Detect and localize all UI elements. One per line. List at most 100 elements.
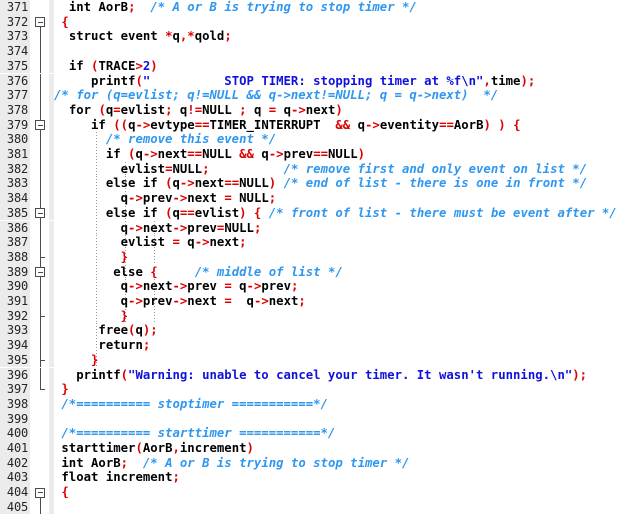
code-text[interactable]: { xyxy=(54,15,68,30)
fold-marker-cell[interactable] xyxy=(32,470,49,486)
code-text[interactable]: evlist=NULL; /* remove first and only ev… xyxy=(54,162,587,177)
code-line[interactable]: 393 free(q); xyxy=(0,323,636,339)
code-text[interactable]: printf("Warning: unable to cancel your t… xyxy=(54,368,587,383)
fold-marker-cell[interactable] xyxy=(32,235,49,250)
code-line[interactable]: 385 else if (q==evlist) { /* front of li… xyxy=(0,205,636,221)
fold-marker-cell[interactable] xyxy=(32,352,49,368)
code-text[interactable]: } xyxy=(54,250,128,265)
code-text[interactable]: struct event *q,*qold; xyxy=(54,29,232,44)
code-line[interactable]: 371 int AorB; /* A or B is trying to sto… xyxy=(0,0,636,15)
code-text[interactable]: printf(" STOP TIMER: stopping timer at %… xyxy=(54,74,535,89)
fold-marker-cell[interactable] xyxy=(32,499,49,515)
fold-marker-cell[interactable] xyxy=(32,14,49,30)
code-line[interactable]: 387 evlist = q->next; xyxy=(0,235,636,250)
fold-marker-cell[interactable] xyxy=(32,308,49,324)
code-text[interactable]: int AorB; /* A or B is trying to stop ti… xyxy=(54,0,417,15)
code-text[interactable]: else if (q==evlist) { /* front of list -… xyxy=(54,206,617,221)
code-text[interactable]: free(q); xyxy=(54,323,157,338)
code-line[interactable]: 398 /*========== stoptimer ===========*/ xyxy=(0,396,636,412)
code-text[interactable]: starttimer(AorB,increment) xyxy=(54,441,254,456)
code-line[interactable]: 390 q->next->prev = q->prev; xyxy=(0,279,636,294)
fold-marker-cell[interactable] xyxy=(32,382,49,397)
code-line[interactable]: 372 { xyxy=(0,14,636,30)
fold-marker-cell[interactable] xyxy=(32,367,49,383)
code-line[interactable]: 377 /* for (q=evlist; q!=NULL && q->next!… xyxy=(0,88,636,103)
code-text[interactable]: q->next->prev=NULL; xyxy=(54,221,262,236)
fold-marker-cell[interactable] xyxy=(32,455,49,471)
code-text[interactable]: } xyxy=(54,309,128,324)
code-text[interactable]: q->prev->next = NULL; xyxy=(54,191,277,206)
fold-marker-cell[interactable] xyxy=(32,102,49,118)
code-line[interactable]: 397 } xyxy=(0,382,636,397)
fold-marker-cell[interactable] xyxy=(32,117,49,133)
code-text[interactable]: q->next->prev = q->prev; xyxy=(54,279,299,294)
code-line[interactable]: 392 } xyxy=(0,308,636,324)
fold-marker-cell[interactable] xyxy=(32,485,49,501)
code-line[interactable]: 381 if (q->next==NULL && q->prev==NULL) xyxy=(0,147,636,162)
fold-marker-cell[interactable] xyxy=(32,396,49,412)
code-text[interactable]: else { /* middle of list */ xyxy=(54,265,343,280)
code-line[interactable]: 376 printf(" STOP TIMER: stopping timer … xyxy=(0,73,636,89)
fold-marker-cell[interactable] xyxy=(32,205,49,221)
code-text[interactable]: { xyxy=(54,485,68,500)
code-line[interactable]: 405 xyxy=(0,499,636,515)
fold-marker-cell[interactable] xyxy=(32,88,49,103)
fold-marker-cell[interactable] xyxy=(32,58,49,74)
code-text[interactable]: evlist = q->next; xyxy=(54,235,247,250)
fold-marker-cell[interactable] xyxy=(32,161,49,177)
code-line[interactable]: 395 } xyxy=(0,352,636,368)
code-line[interactable]: 402 int AorB; /* A or B is trying to sto… xyxy=(0,455,636,471)
code-line[interactable]: 396 printf("Warning: unable to cancel yo… xyxy=(0,367,636,383)
fold-marker-cell[interactable] xyxy=(32,264,49,280)
fold-marker-cell[interactable] xyxy=(32,411,49,427)
code-text[interactable]: int AorB; /* A or B is trying to stop ti… xyxy=(54,456,409,471)
code-text[interactable]: float increment; xyxy=(54,470,179,485)
fold-marker-cell[interactable] xyxy=(32,191,49,206)
fold-marker-cell[interactable] xyxy=(32,294,49,309)
fold-marker-cell[interactable] xyxy=(32,0,49,15)
fold-marker-cell[interactable] xyxy=(32,220,49,236)
fold-marker-cell[interactable] xyxy=(32,249,49,265)
fold-marker-cell[interactable] xyxy=(32,338,49,353)
code-line[interactable]: 374 xyxy=(0,44,636,59)
code-text[interactable]: if (TRACE>2) xyxy=(54,59,158,74)
code-text[interactable]: } xyxy=(54,382,68,397)
code-text[interactable]: return; xyxy=(54,338,150,353)
code-text[interactable]: /* remove this event */ xyxy=(54,132,276,147)
code-line[interactable]: 375 if (TRACE>2) xyxy=(0,58,636,74)
code-line[interactable]: 388 } xyxy=(0,249,636,265)
code-text[interactable]: } xyxy=(54,353,98,368)
fold-marker-cell[interactable] xyxy=(32,29,49,45)
code-line[interactable]: 383 else if (q->next==NULL) /* end of li… xyxy=(0,176,636,192)
code-line[interactable]: 403 float increment; xyxy=(0,470,636,486)
fold-marker-cell[interactable] xyxy=(32,176,49,192)
code-line[interactable]: 373 struct event *q,*qold; xyxy=(0,29,636,45)
code-line[interactable]: 380 /* remove this event */ xyxy=(0,132,636,147)
code-line[interactable]: 399 xyxy=(0,411,636,427)
code-text[interactable]: /* for (q=evlist; q!=NULL && q->next!=NU… xyxy=(54,88,498,103)
code-text[interactable]: q->prev->next = q->next; xyxy=(54,294,306,309)
code-text[interactable]: else if (q->next==NULL) /* end of list -… xyxy=(54,176,587,191)
code-line[interactable]: 401 starttimer(AorB,increment) xyxy=(0,441,636,456)
fold-marker-cell[interactable] xyxy=(32,73,49,89)
fold-marker-cell[interactable] xyxy=(32,426,49,441)
source-code-editor[interactable]: 371 int AorB; /* A or B is trying to sto… xyxy=(0,0,636,529)
code-line[interactable]: 389 else { /* middle of list */ xyxy=(0,264,636,280)
code-line[interactable]: 382 evlist=NULL; /* remove first and onl… xyxy=(0,161,636,177)
code-line[interactable]: 391 q->prev->next = q->next; xyxy=(0,294,636,309)
fold-marker-cell[interactable] xyxy=(32,279,49,294)
fold-marker-cell[interactable] xyxy=(32,44,49,59)
fold-marker-cell[interactable] xyxy=(32,147,49,162)
code-text[interactable]: if (q->next==NULL && q->prev==NULL) xyxy=(54,147,365,162)
code-line[interactable]: 404 { xyxy=(0,485,636,501)
code-text[interactable]: /*========== starttimer ===========*/ xyxy=(54,426,335,441)
code-line[interactable]: 378 for (q=evlist; q!=NULL ; q = q->next… xyxy=(0,102,636,118)
code-line[interactable]: 379 if ((q->evtype==TIMER_INTERRUPT && q… xyxy=(0,117,636,133)
fold-marker-cell[interactable] xyxy=(32,323,49,339)
code-line[interactable]: 386 q->next->prev=NULL; xyxy=(0,220,636,236)
code-text[interactable]: for (q=evlist; q!=NULL ; q = q->next) xyxy=(54,103,343,118)
code-text[interactable]: /*========== stoptimer ===========*/ xyxy=(54,397,328,412)
code-text[interactable]: if ((q->evtype==TIMER_INTERRUPT && q->ev… xyxy=(54,118,521,133)
code-line[interactable]: 400 /*========== starttimer ===========*… xyxy=(0,426,636,441)
fold-marker-cell[interactable] xyxy=(32,132,49,147)
